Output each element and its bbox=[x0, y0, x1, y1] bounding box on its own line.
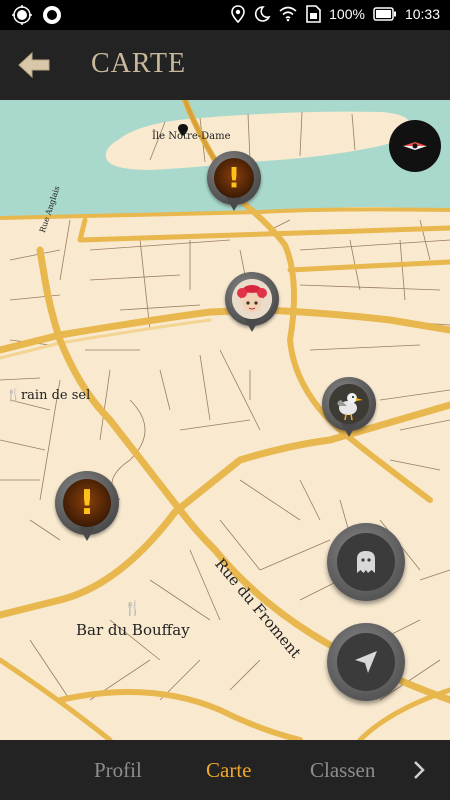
navigation-arrow-icon bbox=[355, 651, 377, 673]
map-view[interactable]: Île Notre-Dame Rue Anglais 🍴rain de sel … bbox=[0, 100, 450, 740]
status-left-icons bbox=[12, 5, 62, 25]
restaurant-icon: 🍴 bbox=[6, 388, 21, 402]
label-grain-de-sel-text: rain de sel bbox=[20, 388, 91, 403]
character-marker[interactable] bbox=[322, 377, 376, 445]
back-button[interactable] bbox=[14, 46, 54, 84]
sim-card-icon bbox=[306, 5, 321, 23]
locate-me-button[interactable] bbox=[327, 623, 405, 701]
back-arrow-icon bbox=[18, 51, 50, 79]
restaurant-icon: 🍴 bbox=[124, 601, 142, 617]
seagull-avatar bbox=[329, 384, 369, 424]
quest-marker[interactable]: ! bbox=[207, 151, 261, 219]
red-haired-character-avatar bbox=[232, 279, 272, 319]
nav-tab-classement[interactable]: Classen bbox=[310, 758, 375, 783]
location-pin-icon bbox=[231, 5, 245, 23]
battery-percent: 100% bbox=[329, 6, 365, 22]
label-bar-du-bouffay: 🍴 Bar du Bouffay bbox=[76, 601, 190, 639]
character-marker[interactable] bbox=[225, 272, 279, 340]
do-not-disturb-moon-icon bbox=[255, 6, 271, 22]
clock: 10:33 bbox=[404, 6, 440, 22]
exclamation-icon: ! bbox=[79, 483, 95, 523]
nav-tab-profil[interactable]: Profil bbox=[94, 758, 142, 783]
label-grain-de-sel: 🍴rain de sel bbox=[6, 388, 90, 403]
bottom-navigation: Profil Carte Classen bbox=[0, 740, 450, 800]
page-title: CARTE bbox=[91, 48, 187, 79]
status-bar: 100% 10:33 bbox=[0, 0, 450, 30]
status-right-icons: 100% 10:33 bbox=[231, 5, 440, 23]
exclamation-icon: ! bbox=[227, 161, 241, 194]
nav-next-button[interactable] bbox=[408, 758, 430, 782]
compass-icon bbox=[403, 142, 427, 150]
label-ile-notre-dame: Île Notre-Dame bbox=[152, 131, 231, 142]
chevron-right-icon bbox=[414, 761, 425, 779]
ghost-icon bbox=[357, 551, 375, 573]
ghost-button[interactable] bbox=[327, 523, 405, 601]
label-bar-text: Bar du Bouffay bbox=[76, 621, 190, 639]
location-target-icon bbox=[12, 5, 32, 25]
battery-icon bbox=[373, 7, 396, 21]
app-header: CARTE bbox=[0, 30, 450, 100]
quest-marker[interactable]: ! bbox=[55, 471, 119, 551]
compass-button[interactable] bbox=[389, 120, 441, 172]
wifi-icon bbox=[279, 6, 297, 22]
nav-tab-carte[interactable]: Carte bbox=[206, 758, 251, 783]
record-icon bbox=[43, 6, 61, 24]
